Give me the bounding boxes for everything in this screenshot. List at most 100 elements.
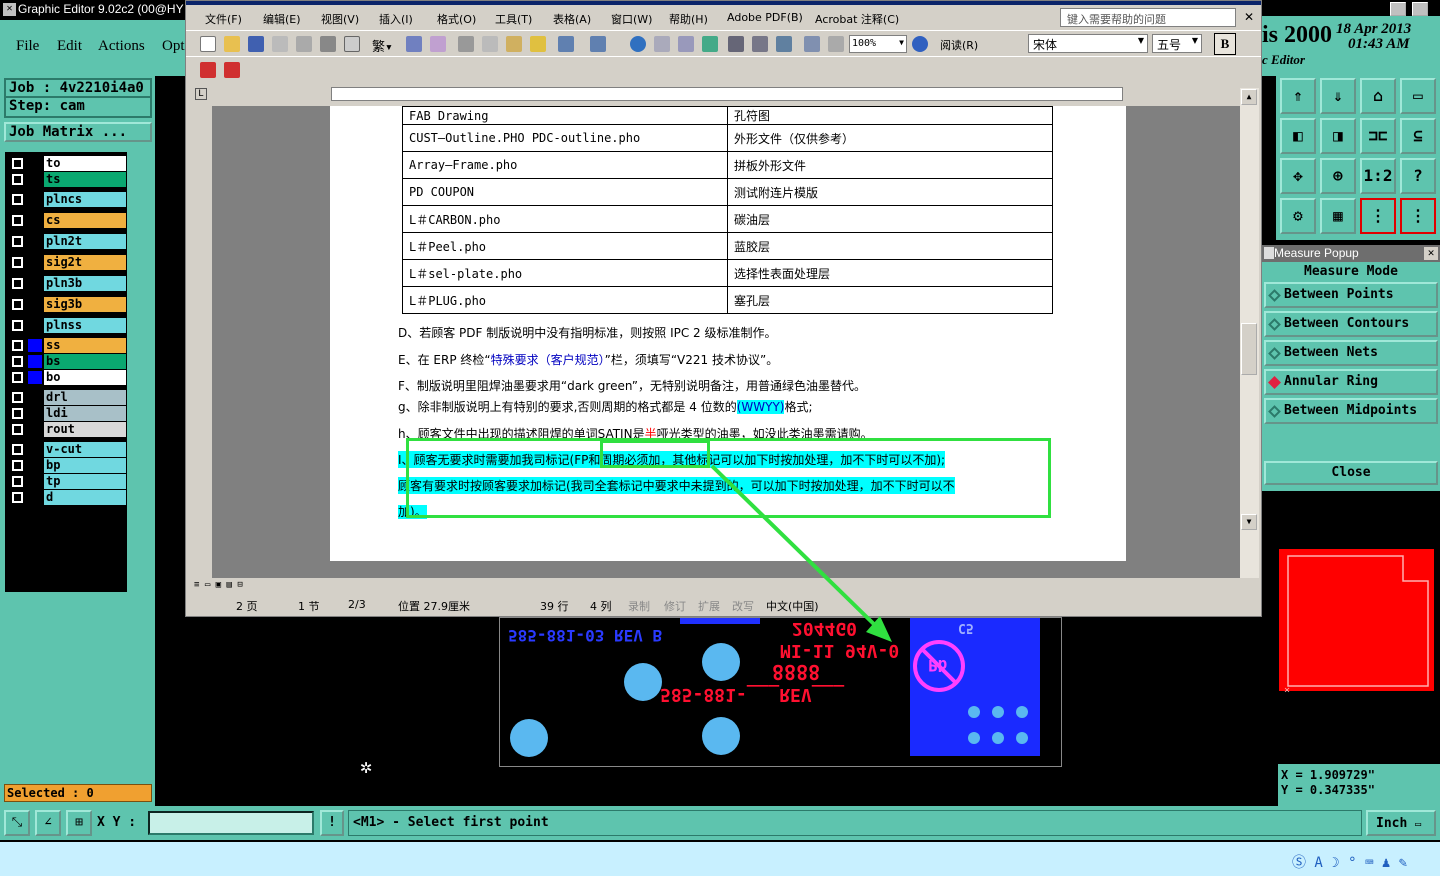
research-icon[interactable] — [406, 36, 422, 52]
word-menu-edit[interactable]: 编辑(E) — [263, 11, 301, 27]
one-to-one-icon[interactable]: 1:2 — [1360, 158, 1396, 194]
pan-left-icon[interactable]: ◧ — [1280, 118, 1316, 154]
xy-input[interactable] — [148, 811, 314, 835]
status-extend[interactable]: 扩展 — [698, 598, 720, 614]
layer-name[interactable]: sig3b — [44, 297, 126, 312]
read-mode-button[interactable]: 阅读(R) — [940, 37, 978, 53]
save-icon[interactable] — [248, 36, 264, 52]
layer-name[interactable]: tp — [44, 474, 126, 489]
layer-row[interactable]: bo — [8, 370, 126, 385]
layer-name[interactable]: bs — [44, 354, 126, 369]
layer-name[interactable]: plncs — [44, 192, 126, 207]
close-button[interactable]: Close — [1264, 461, 1438, 485]
layer-name[interactable]: v-cut — [44, 442, 126, 457]
word-menu-window[interactable]: 窗口(W) — [611, 11, 652, 27]
layer-name[interactable]: to — [44, 156, 126, 171]
undo-icon[interactable] — [558, 36, 574, 52]
layer-checkbox[interactable] — [12, 424, 23, 435]
redo-icon[interactable] — [590, 36, 606, 52]
layer-checkbox[interactable] — [12, 236, 23, 247]
maximize-icon[interactable] — [1412, 2, 1428, 16]
email-icon[interactable] — [296, 36, 312, 52]
fit-icon[interactable]: ✥ — [1280, 158, 1316, 194]
annular-ring-option[interactable]: Annular Ring — [1264, 369, 1438, 395]
home-down-icon[interactable]: ⇓ — [1320, 78, 1356, 114]
print-preview-icon[interactable] — [344, 36, 360, 52]
spelling-icon[interactable] — [430, 36, 446, 52]
layer-name[interactable]: plnss — [44, 318, 126, 333]
layer-checkbox[interactable] — [12, 476, 23, 487]
document-page[interactable]: FAB Drawing 孔符图 CUST—Outline.PHO PDC-outli… — [330, 106, 1126, 561]
layer-name[interactable]: drl — [44, 390, 126, 405]
word-menu-view[interactable]: 视图(V) — [321, 11, 359, 27]
input-method-icons[interactable]: Ⓢ A ☽ ° ⌨ ♟ ✎ — [1292, 852, 1432, 872]
ink-icon[interactable] — [828, 36, 844, 52]
center-icon[interactable]: ⊕ — [1320, 158, 1356, 194]
word-close-icon[interactable]: ✕ — [1244, 10, 1254, 24]
paste-icon[interactable] — [506, 36, 522, 52]
layer-row[interactable]: to — [8, 156, 126, 171]
tools-icon[interactable]: ⚙ — [1280, 198, 1316, 234]
layer-row[interactable]: ss — [8, 338, 126, 353]
menu-file[interactable]: File — [16, 38, 39, 55]
layer-name[interactable]: bp — [44, 458, 126, 473]
units-selector[interactable]: Inch ▭ — [1366, 810, 1436, 836]
snap-grid-icon[interactable]: ⊞ — [66, 810, 92, 836]
between-contours-option[interactable]: Between Contours — [1264, 311, 1438, 337]
layer-checkbox[interactable] — [12, 492, 23, 503]
grid-icon[interactable]: ▦ — [1320, 198, 1356, 234]
new-doc-icon[interactable] — [200, 36, 216, 52]
tables-borders-icon[interactable] — [654, 36, 670, 52]
house-icon[interactable]: ⌂ — [1360, 78, 1396, 114]
layer-row[interactable]: v-cut — [8, 442, 126, 457]
show-hide-icon[interactable] — [804, 36, 820, 52]
rotate-icon[interactable]: ⊆ — [1400, 118, 1436, 154]
insert-excel-icon[interactable] — [702, 36, 718, 52]
layer-name[interactable]: cs — [44, 213, 126, 228]
convert-pdf-icon[interactable] — [200, 62, 216, 78]
word-menu-file[interactable]: 文件(F) — [205, 11, 242, 27]
word-menu-adobe-pdf[interactable]: Adobe PDF(B) — [727, 11, 803, 24]
layer-checkbox[interactable] — [12, 444, 23, 455]
columns-icon[interactable] — [728, 36, 744, 52]
layer-row[interactable]: ts — [8, 172, 126, 187]
help-search-input[interactable]: 键入需要帮助的问题 — [1060, 8, 1236, 27]
layer-checkbox[interactable] — [12, 257, 23, 268]
home-up-icon[interactable]: ⇑ — [1280, 78, 1316, 114]
layer-row[interactable]: plncs — [8, 192, 126, 207]
layer-row[interactable]: bs — [8, 354, 126, 369]
layer-row[interactable]: tp — [8, 474, 126, 489]
between-nets-option[interactable]: Between Nets — [1264, 340, 1438, 366]
layer-row[interactable]: rout — [8, 422, 126, 437]
job-matrix-button[interactable]: Job Matrix ... — [4, 122, 152, 142]
copy-icon[interactable] — [482, 36, 498, 52]
word-menu-table[interactable]: 表格(A) — [553, 11, 591, 27]
insert-table-icon[interactable] — [678, 36, 694, 52]
cut-icon[interactable] — [458, 36, 474, 52]
layer-checkbox[interactable] — [12, 215, 23, 226]
menu-actions[interactable]: Actions — [98, 38, 145, 55]
layer-checkbox[interactable] — [12, 340, 23, 351]
layer-name[interactable]: d — [44, 490, 126, 505]
layer-row[interactable]: sig2t — [8, 255, 126, 270]
layer-row[interactable]: cs — [8, 213, 126, 228]
layer-checkbox[interactable] — [12, 299, 23, 310]
scroll-up-icon[interactable]: ▲ — [1241, 89, 1257, 105]
layer-row[interactable]: pln3b — [8, 276, 126, 291]
layer-name[interactable]: pln3b — [44, 276, 126, 291]
help-icon[interactable] — [912, 36, 928, 52]
status-record[interactable]: 录制 — [628, 598, 650, 614]
open-icon[interactable] — [224, 36, 240, 52]
layer-name[interactable]: ss — [44, 338, 126, 353]
layer-name[interactable]: ldi — [44, 406, 126, 421]
net-icon[interactable]: ⋮ — [1360, 198, 1396, 234]
vertical-scrollbar[interactable]: ▲ ▼ — [1240, 88, 1259, 578]
view-mode-icons[interactable]: ≡ ▭ ▣ ▤ ⊟ — [194, 580, 264, 592]
scroll-down-icon[interactable]: ▼ — [1241, 514, 1257, 530]
layer-checkbox[interactable] — [12, 194, 23, 205]
bold-button[interactable]: B — [1214, 33, 1236, 55]
ruler-scale[interactable] — [331, 87, 1123, 101]
font-size-select[interactable]: 五号 ▼ — [1152, 34, 1202, 53]
layer-row[interactable]: bp — [8, 458, 126, 473]
layer-checkbox[interactable] — [12, 278, 23, 289]
